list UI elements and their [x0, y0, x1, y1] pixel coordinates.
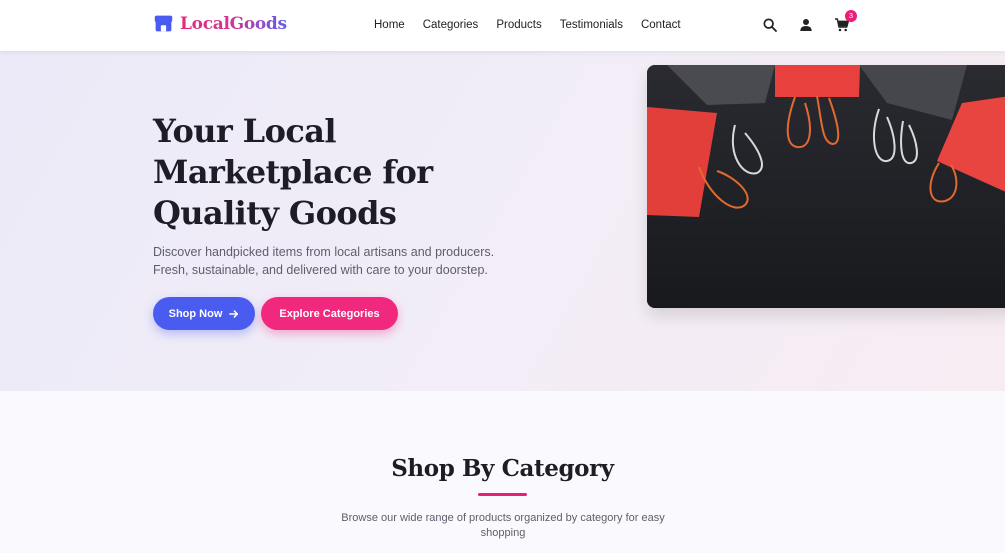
explore-categories-label: Explore Categories: [279, 307, 380, 320]
shop-now-label: Shop Now: [168, 307, 223, 320]
hero-image-shopping-bags: [647, 65, 1005, 308]
nav-contact[interactable]: Contact: [641, 17, 681, 33]
hero-description: Discover handpicked items from local art…: [153, 245, 495, 277]
hero-title: Your Local Marketplace for Quality Goods: [153, 112, 433, 232]
user-icon[interactable]: [798, 17, 814, 33]
site-header: LocalGoods Home Categories Products Test…: [0, 0, 1005, 51]
arrow-right-icon: [229, 309, 239, 318]
shopping-bags-illustration: [647, 65, 1005, 308]
shop-by-category-section: Shop By Category Browse our wide range o…: [0, 391, 1005, 553]
store-icon: [154, 15, 173, 32]
brand-name[interactable]: LocalGoods: [180, 14, 287, 34]
section-title: Shop By Category: [391, 455, 614, 482]
nav-products[interactable]: Products: [496, 17, 541, 33]
section-description: Browse our wide range of products organi…: [341, 512, 665, 539]
hero-section: Your Local Marketplace for Quality Goods…: [0, 51, 1005, 391]
title-underline: [478, 493, 527, 496]
nav-home[interactable]: Home: [374, 17, 405, 33]
nav-testimonials[interactable]: Testimonials: [560, 17, 623, 33]
shop-now-button[interactable]: Shop Now: [153, 297, 255, 330]
nav-categories[interactable]: Categories: [423, 17, 479, 33]
explore-categories-button[interactable]: Explore Categories: [261, 297, 398, 330]
cart-count-badge: 3: [845, 10, 857, 22]
search-icon[interactable]: [762, 17, 778, 33]
brand-logo[interactable]: LocalGoods: [153, 13, 287, 34]
main-nav: Home Categories Products Testimonials Co…: [374, 17, 699, 33]
